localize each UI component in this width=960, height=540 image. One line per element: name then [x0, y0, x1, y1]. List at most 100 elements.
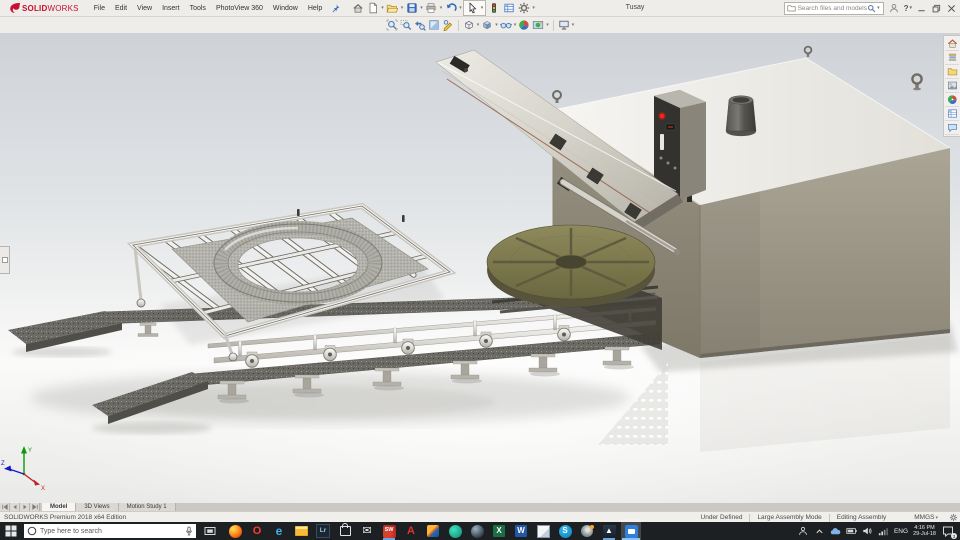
clock[interactable]: 4:16 PM 29-Jul-18 [913, 525, 936, 538]
previous-view-button[interactable] [413, 18, 427, 32]
login-icon[interactable] [889, 3, 899, 13]
display-style-button[interactable] [480, 18, 494, 32]
taskbar-app-autocad[interactable]: A [404, 522, 418, 540]
undo-button[interactable] [443, 1, 458, 15]
hidden-icons-chevron[interactable] [814, 524, 825, 538]
taskbar-app-mail[interactable]: ✉ [360, 522, 374, 540]
pin-icon[interactable] [331, 4, 340, 13]
taskbar-app-sphere-app[interactable] [470, 522, 484, 540]
taskbar-app-teal-app[interactable] [448, 522, 462, 540]
menu-item[interactable]: Insert [157, 3, 185, 14]
view-orientation-button[interactable] [462, 18, 476, 32]
save-dropdown[interactable]: ▾ [420, 5, 423, 11]
document-tab[interactable]: Model [42, 503, 77, 511]
document-tab[interactable]: Motion Study 1 [118, 503, 176, 511]
new-document-button[interactable] [365, 1, 380, 15]
document-tab[interactable]: 3D Views [76, 503, 119, 511]
select-dropdown[interactable]: ▾ [481, 5, 484, 11]
menu-item[interactable]: Edit [110, 3, 132, 14]
network-icon[interactable] [878, 524, 889, 538]
file-search[interactable]: Search files and models ▾ [783, 1, 884, 15]
search-dropdown[interactable]: ▾ [877, 5, 880, 11]
help-dropdown[interactable]: ▾ [909, 5, 912, 11]
taskbar-app-cube-app[interactable] [426, 522, 440, 540]
taskbar-app-skype[interactable]: S [558, 522, 572, 540]
taskbar-app-opera[interactable]: O [250, 522, 264, 540]
taskbar-app-lightroom[interactable]: Lr [316, 522, 330, 540]
select-button[interactable] [465, 1, 480, 15]
undo-dropdown[interactable]: ▾ [459, 5, 462, 11]
apply-scene-dropdown[interactable]: ▾ [546, 22, 549, 28]
menu-item[interactable]: Tools [185, 3, 211, 14]
design-library-tab[interactable] [945, 51, 959, 65]
print-dropdown[interactable]: ▾ [440, 5, 443, 11]
taskbar-search[interactable]: Type here to search [24, 524, 196, 538]
tab-scroll-first-button[interactable] [0, 503, 10, 511]
taskbar-app-photos[interactable]: ▲ [602, 522, 616, 540]
onedrive-icon[interactable] [830, 524, 841, 538]
view-palette-tab[interactable] [945, 79, 959, 93]
home-button[interactable] [350, 1, 365, 15]
new-document-dropdown[interactable]: ▾ [381, 5, 384, 11]
taskbar-app-edge[interactable]: e [272, 522, 286, 540]
menu-item[interactable]: View [132, 3, 157, 14]
help-button[interactable]: ? ▾ [904, 4, 913, 13]
hide-show-items-button[interactable] [499, 18, 513, 32]
battery-icon[interactable] [846, 524, 857, 538]
options-dropdown[interactable]: ▾ [532, 5, 535, 11]
solidworks-resources-tab[interactable] [945, 37, 959, 51]
minimize-button[interactable] [915, 1, 928, 15]
tab-scroll-last-button[interactable] [30, 503, 40, 511]
taskbar-app-firefox[interactable] [228, 522, 242, 540]
graphics-area[interactable]: Y Z X [0, 33, 960, 540]
zoom-to-area-button[interactable] [399, 18, 413, 32]
taskbar-app-store[interactable] [338, 522, 352, 540]
taskbar-app-solidworks[interactable]: SW [382, 522, 396, 540]
close-button[interactable] [945, 1, 958, 15]
solidworks-forum-tab[interactable] [945, 121, 959, 135]
task-view-button[interactable] [200, 522, 220, 540]
tab-scroll-next-button[interactable] [20, 503, 30, 511]
hide-show-items-dropdown[interactable]: ▾ [514, 22, 517, 28]
print-button[interactable] [424, 1, 439, 15]
menu-item[interactable]: Help [303, 3, 327, 14]
tab-scroll-prev-button[interactable] [10, 503, 20, 511]
section-view-button[interactable] [427, 18, 441, 32]
viewport-3d-canvas[interactable]: Y Z X [0, 33, 960, 540]
custom-properties-tab[interactable] [945, 107, 959, 121]
action-center-icon[interactable]: 3 [941, 524, 957, 539]
options-button[interactable] [516, 1, 531, 15]
menu-item[interactable]: PhotoView 360 [211, 3, 268, 14]
people-icon[interactable] [798, 524, 809, 538]
status-options-icon[interactable] [946, 513, 960, 522]
taskbar-app-planet-app[interactable] [580, 522, 594, 540]
taskbar-app-word[interactable]: W [514, 522, 528, 540]
view-orientation-dropdown[interactable]: ▾ [477, 22, 480, 28]
appearances-scenes-tab[interactable] [945, 93, 959, 107]
display-settings-button[interactable] [501, 1, 516, 15]
speaker-icon[interactable] [862, 524, 873, 538]
display-style-dropdown[interactable]: ▾ [495, 22, 498, 28]
open-dropdown[interactable]: ▾ [401, 5, 404, 11]
taskbar-app-video-app[interactable] [622, 522, 640, 540]
featuremanager-collapsed-tab[interactable] [0, 246, 10, 274]
edit-appearance-button[interactable] [517, 18, 531, 32]
annotation-views-button[interactable] [441, 18, 455, 32]
taskbar-app-excel[interactable]: X [492, 522, 506, 540]
view-settings-button[interactable] [557, 18, 571, 32]
microphone-icon[interactable] [185, 526, 193, 536]
menu-item[interactable]: File [89, 3, 110, 14]
zoom-to-fit-button[interactable] [385, 18, 399, 32]
save-button[interactable] [404, 1, 419, 15]
taskbar-app-file-explorer[interactable] [294, 522, 308, 540]
language-indicator[interactable]: ENG [894, 528, 908, 535]
open-button[interactable] [385, 1, 400, 15]
file-explorer-tab[interactable] [945, 65, 959, 79]
apply-scene-button[interactable] [531, 18, 545, 32]
taskbar-app-notes[interactable] [536, 522, 550, 540]
start-button[interactable] [0, 522, 22, 540]
view-settings-dropdown[interactable]: ▾ [572, 22, 575, 28]
restore-button[interactable] [930, 1, 943, 15]
menu-item[interactable]: Window [268, 3, 303, 14]
rebuild-button[interactable] [486, 1, 501, 15]
